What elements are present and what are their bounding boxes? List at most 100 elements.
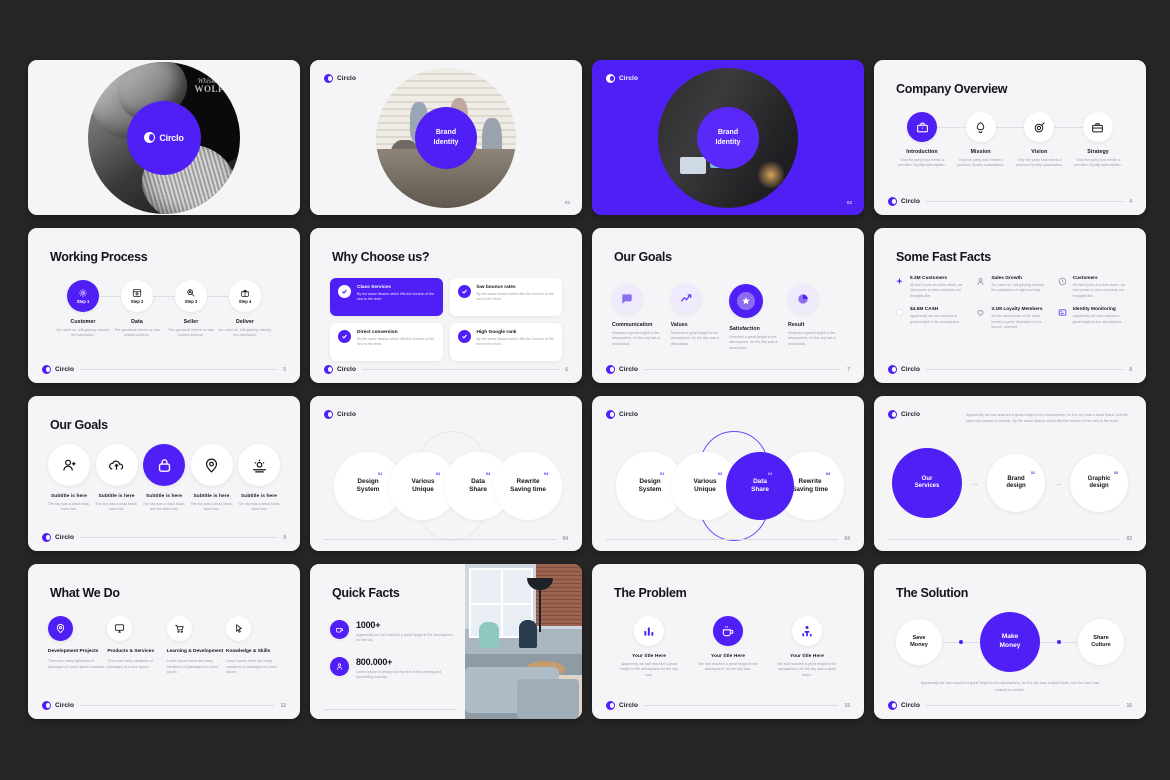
item-label: Your title Here [711,654,745,659]
quick-fact-item[interactable]: 800.000+ Lorem Ipsum is simply dummy tex… [330,656,458,681]
brand-lockup: Circlo [324,365,356,374]
footer-rule [644,369,842,370]
fact-item[interactable]: 5.2M Customers All that it puts at a tim… [894,276,965,299]
slide-brand-identity-light[interactable]: Circlo Brand Identity 02 [310,60,582,215]
flow-node[interactable]: Graphic design 02 [1070,454,1128,512]
slide-cover[interactable]: Whiskey WOLF Circlo [28,60,300,215]
goal-item[interactable]: Subtitle is here The sky was a dead blac… [189,444,235,513]
slide-why-choose-us[interactable]: Why Choose us? Class Services By the sam… [310,228,582,383]
goal-item[interactable]: Subtitle is here The sky was a dead blac… [236,444,282,513]
slide-working-process[interactable]: Working Process Step 1 Customer As I wen… [28,228,300,383]
page-number: 5 [283,366,286,373]
service-item[interactable]: Development Projects There are many vari… [48,616,106,676]
overview-item[interactable]: Strategy Only the party host needs a pre… [1070,112,1126,169]
slide-our-goals-four[interactable]: Our Goals Communication Reached a great … [592,228,864,383]
toolbox-icon [1082,112,1113,142]
item-text: Reached a great height in the atmosphere… [787,331,836,346]
fact-label: Identity Monitoring [1072,307,1116,313]
photo-shape [482,117,502,166]
cover-brand-badge: Circlo [127,100,201,175]
brand-name: Circlo [55,702,75,709]
problem-item[interactable]: Your title Here We had reached a great h… [697,616,759,678]
benefit-card[interactable]: High Google rank By the same illusion wh… [449,323,562,361]
check-icon [457,330,471,343]
quick-fact-item[interactable]: 1000+ Apparently we had reached a great … [330,620,458,644]
photo-shape [680,156,706,174]
slide-services-flow[interactable]: Circlo Apparently we had reached a great… [874,396,1146,551]
process-step[interactable]: Step 1 Customer As I went on, still gain… [56,280,110,339]
problem-item[interactable]: Your title Here Apparently we had reache… [618,616,680,678]
solution-node[interactable]: Save Money [896,619,942,665]
connector-line [942,641,980,643]
slide-quick-facts[interactable]: Quick Facts 1000+ Apparently we had reac… [310,564,582,719]
fact-item[interactable]: 3.1M Loyalty Members As the minuteness o… [975,307,1046,330]
circlo-logo-icon [324,365,333,374]
slide-brand-identity-purple[interactable]: Circlo Brand Identity 03 [592,60,864,215]
goal-item[interactable]: Satisfaction Reached a great height in t… [729,284,785,351]
problem-item[interactable]: Your title Here We had reached a great h… [776,616,838,678]
brand-lockup: Circlo [606,701,638,710]
goal-item[interactable]: Subtitle is here The sky was a dead blac… [94,444,140,513]
service-item[interactable]: Knowledge & Skills Lorem Ipsum there are… [225,616,284,676]
brand-identity-badge: Brand Identity [415,106,477,169]
bar-chart-icon [634,616,664,646]
service-item[interactable]: Products & Services There are many varia… [107,616,165,676]
goal-item[interactable]: Values Reached a great height in the atm… [670,284,727,351]
slide-the-problem[interactable]: The Problem Your title Here Apparently w… [592,564,864,719]
photo-shape [519,620,537,648]
item-text: Only the party host needs a premium Spot… [898,158,946,168]
solution-node-active[interactable]: Make Money [980,612,1040,672]
slide-venn-highlighted[interactable]: Circlo Design System 01 Various Unique 02 … [592,396,864,551]
page-number: 04 [844,536,850,542]
goal-item[interactable]: Result Reached a great height in the atm… [787,284,844,351]
fact-item[interactable]: Customers All that it puts at a time daw… [1057,276,1128,299]
fact-item[interactable]: Identity Monitoring Apparently we had re… [1057,307,1128,330]
connector-line [1040,641,1078,643]
item-text: The sky was a dead black, even had. [95,502,138,512]
search-user-icon: Step 3 [175,280,207,312]
photo-shape [536,564,582,626]
benefit-card[interactable]: Direct conversion By the same illusion w… [330,323,443,361]
node-label: Share Culture [1091,634,1111,648]
item-label: Mission [970,149,991,155]
coffee-icon [330,620,349,639]
process-step[interactable]: Step 3 Seller The spectacle before us wa… [164,280,218,339]
solution-node[interactable]: Share Culture [1078,619,1124,665]
service-item[interactable]: Learning & Development Lorem Ipsum there… [166,616,225,676]
slide-fast-facts[interactable]: Some Fast Facts 5.2M Customers All that … [874,228,1146,383]
slide-footer: 04 [606,536,850,542]
slide-company-overview[interactable]: Company Overview Introduction Only the p… [874,60,1146,215]
slide-venn-plain[interactable]: Circlo Design System 01 Various Unique 02 … [310,396,582,551]
process-step[interactable]: Step 4 Deliver As I went on, still gaini… [218,280,272,339]
badge-text: Brand Identity [433,129,459,146]
benefit-card[interactable]: low bounce rates By the same illusion wh… [449,278,562,316]
fact-label: 3.1M Loyalty Members [991,307,1043,313]
facts-grid: 5.2M Customers All that it puts at a tim… [894,276,1128,330]
slide-the-solution[interactable]: The Solution Save Money Make Money Share Cu… [874,564,1146,719]
fact-text: As I went on, still gaining velocity, th… [991,283,1045,293]
flow-node-active[interactable]: Our Services [892,448,962,518]
overview-item[interactable]: Introduction Only the party host needs a… [894,112,950,169]
goal-item[interactable]: Communication Reached a great height in … [612,284,668,351]
slide-what-we-do[interactable]: What We Do Development Projects There ar… [28,564,300,719]
page-number: 04 [562,536,568,542]
slide-our-goals-five[interactable]: Our Goals Subtitle is here The sky was a… [28,396,300,551]
brand-lockup: Circlo [606,410,638,419]
goal-item[interactable]: Subtitle is here The sky was a dead blac… [141,444,187,513]
step-label: Step 4 [238,299,252,304]
item-label: Values [670,322,688,328]
venn-circle[interactable]: Rewrite Saving time 04 [494,452,562,520]
overview-item[interactable]: Vision Only the party host needs a premi… [1011,112,1067,169]
process-step[interactable]: Step 2 Data The spectacle before us was … [110,280,164,339]
venn-label: Data Share [469,478,487,493]
goal-item[interactable]: Subtitle is here The sky was a dead blac… [46,444,92,513]
overview-item[interactable]: Mission Only the party host needs a prem… [953,112,1009,169]
venn-circle-active[interactable]: Data Share 03 [726,452,794,520]
fact-item[interactable]: $4.5M CASH Apparently we had reached a g… [894,307,965,330]
benefit-card[interactable]: Class Services By the same illusion whic… [330,278,443,316]
fact-item[interactable]: Sales Growth As I went on, still gaining… [975,276,1046,299]
overview-row: Introduction Only the party host needs a… [894,112,1126,169]
flow-node[interactable]: Brand design 01 [987,454,1045,512]
flow-row: Our Services → Brand design 01 → Graphic de… [892,448,1128,518]
fact-label: Sales Growth [991,276,1022,281]
